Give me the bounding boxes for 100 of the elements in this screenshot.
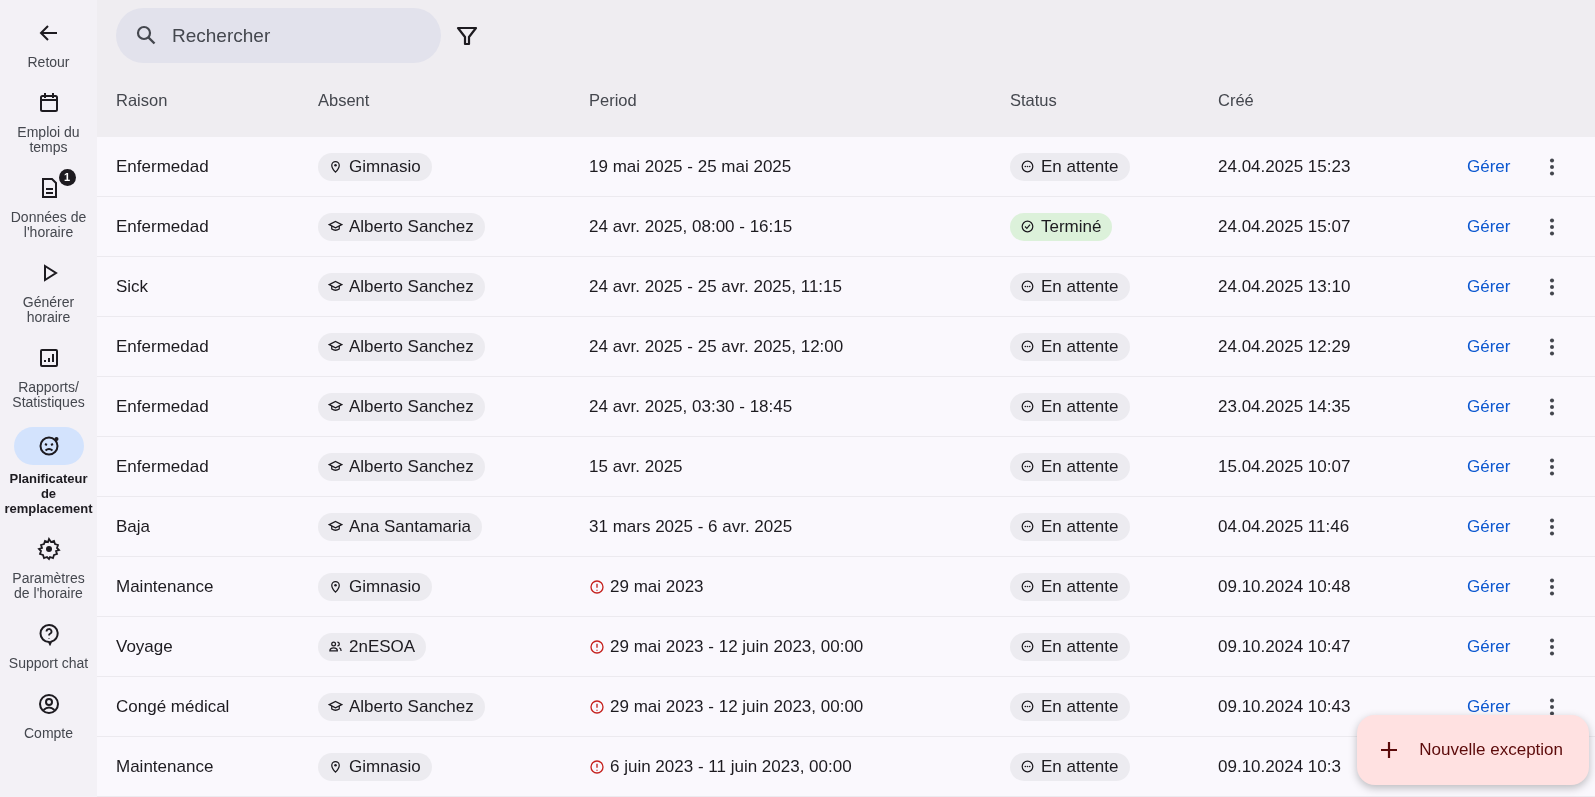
status-chip: En attente (1010, 392, 1130, 421)
nav-label: Retour (26, 55, 71, 70)
manage-link[interactable]: Gérer (1467, 216, 1537, 237)
table-cell-text: Enfermedad (116, 156, 210, 177)
dots-circle-icon (1020, 339, 1035, 354)
nav-label: Planificateur de remplacement (3, 471, 94, 516)
table-cell: 15 avr. 2025 (589, 456, 683, 477)
table-cell-text: 24.04.2025 15:07 (1218, 216, 1352, 237)
absent-chip: Ana Santamaria (318, 512, 482, 541)
table-cell-text: 23.04.2025 14:35 (1218, 396, 1352, 417)
table-cell-text: 24.04.2025 13:10 (1218, 276, 1352, 297)
absent-chip: Alberto Sanchez (318, 452, 485, 481)
status-chip: En attente (1010, 572, 1130, 601)
nav-label: Générer horaire (21, 295, 76, 325)
nav-item[interactable]: Emploi du temps (0, 87, 97, 155)
manage-link[interactable]: Gérer (1467, 696, 1537, 717)
nav-item[interactable]: Planificateur de remplacement (0, 427, 97, 516)
table-cell-text: Maintenance (116, 576, 215, 597)
table-cell-text: 09.10.2024 10:43 (1218, 696, 1352, 717)
graduation-cap-icon (328, 399, 343, 414)
absent-chip: Alberto Sanchez (318, 692, 485, 721)
table-cell-text: Congé médical (116, 696, 231, 717)
absent-chip: Gimnasio (318, 752, 432, 781)
dots-circle-icon (1020, 579, 1035, 594)
nav-item[interactable]: Générer horaire (0, 257, 97, 325)
dots-circle-icon (1020, 459, 1035, 474)
manage-link[interactable]: Gérer (1467, 276, 1537, 297)
table-cell-text: Enfermedad (116, 456, 210, 477)
location-pin-icon (328, 579, 343, 594)
settings-icon (36, 537, 61, 561)
status-chip: En attente (1010, 512, 1130, 541)
absent-chip: Alberto Sanchez (318, 332, 485, 361)
absent-chip: Alberto Sanchez (318, 212, 485, 241)
table-cell-text: 04.04.2025 11:46 (1218, 516, 1351, 537)
dots-circle-icon (1020, 279, 1035, 294)
nav-item[interactable]: Retour (0, 17, 97, 70)
table-cell-text: 24.04.2025 12:29 (1218, 336, 1352, 357)
graduation-cap-icon (328, 279, 343, 294)
nav-item[interactable]: 1 Données de l'horaire (0, 172, 97, 240)
table-cell: 6 juin 2023 - 11 juin 2023, 00:00 (610, 756, 852, 777)
absent-chip: Alberto Sanchez (318, 272, 485, 301)
manage-link[interactable]: Gérer (1467, 576, 1537, 597)
manage-link[interactable]: Gérer (1467, 516, 1537, 537)
table-cell: 29 mai 2023 - 12 juin 2023, 00:00 (610, 696, 864, 717)
search-field[interactable]: Rechercher (116, 8, 441, 63)
absent-chip: Alberto Sanchez (318, 392, 485, 421)
new-exception-button[interactable]: Nouvelle exception (1357, 715, 1589, 785)
table-cell-text: Enfermedad (116, 396, 210, 417)
table-cell-text: Enfermedad (116, 216, 210, 237)
nav-item[interactable]: Support chat (0, 618, 97, 671)
account-icon (36, 692, 61, 716)
dots-circle-icon (1020, 759, 1035, 774)
column-header: Raison (116, 90, 169, 110)
manage-link[interactable]: Gérer (1467, 396, 1537, 417)
status-chip: En attente (1010, 632, 1130, 661)
status-chip: En attente (1010, 452, 1130, 481)
graduation-cap-icon (328, 219, 343, 234)
table-cell-text: 09.10.2024 10:48 (1218, 576, 1352, 597)
table-cell-text: 09.10.2024 10:3 (1218, 756, 1342, 777)
people-icon (328, 639, 343, 654)
status-chip: En attente (1010, 692, 1130, 721)
absent-chip: Gimnasio (318, 572, 432, 601)
absent-chip: 2nESOA (318, 632, 427, 661)
manage-link[interactable]: Gérer (1467, 156, 1537, 177)
column-header: Absent (318, 90, 371, 110)
nav-label: Paramètres de l'horaire (11, 571, 86, 601)
nav-label: Emploi du temps (16, 125, 81, 155)
graduation-cap-icon (328, 339, 343, 354)
nav-label: Rapports/ Statistiques (11, 380, 86, 410)
nav-item[interactable]: Rapports/ Statistiques (0, 342, 97, 410)
table-cell-text: 24.04.2025 15:23 (1218, 156, 1352, 177)
table-cell: 19 mai 2025 - 25 mai 2025 (589, 156, 792, 177)
dots-circle-icon (1020, 699, 1035, 714)
nav-item[interactable]: Compte (0, 688, 97, 741)
status-chip: Terminé (1010, 212, 1113, 241)
table-cell-text: 15.04.2025 10:07 (1218, 456, 1352, 477)
absent-chip: Gimnasio (318, 152, 432, 181)
check-circle-icon (1020, 219, 1035, 234)
manage-link[interactable]: Gérer (1467, 336, 1537, 357)
table-cell-text: Enfermedad (116, 336, 210, 357)
table-cell: 31 mars 2025 - 6 avr. 2025 (589, 516, 793, 537)
nav-label: Compte (23, 726, 74, 741)
manage-link[interactable]: Gérer (1467, 636, 1537, 657)
table-cell: 29 mai 2023 - 12 juin 2023, 00:00 (610, 636, 864, 657)
table-cell-text: Sick (116, 276, 150, 297)
manage-link[interactable]: Gérer (1467, 456, 1537, 477)
table-cell-text: Maintenance (116, 756, 215, 777)
graduation-cap-icon (328, 459, 343, 474)
graduation-cap-icon (328, 519, 343, 534)
status-chip: En attente (1010, 752, 1130, 781)
help-icon (36, 622, 61, 646)
nav-item[interactable]: Paramètres de l'horaire (0, 533, 97, 601)
location-pin-icon (328, 159, 343, 174)
table-cell: 24 avr. 2025 - 25 avr. 2025, 11:15 (589, 276, 842, 297)
status-chip: En attente (1010, 332, 1130, 361)
dots-circle-icon (1020, 399, 1035, 414)
column-header: Status (1010, 90, 1058, 110)
dots-circle-icon (1020, 159, 1035, 174)
table-cell: 24 avr. 2025, 03:30 - 18:45 (589, 396, 793, 417)
location-pin-icon (328, 759, 343, 774)
